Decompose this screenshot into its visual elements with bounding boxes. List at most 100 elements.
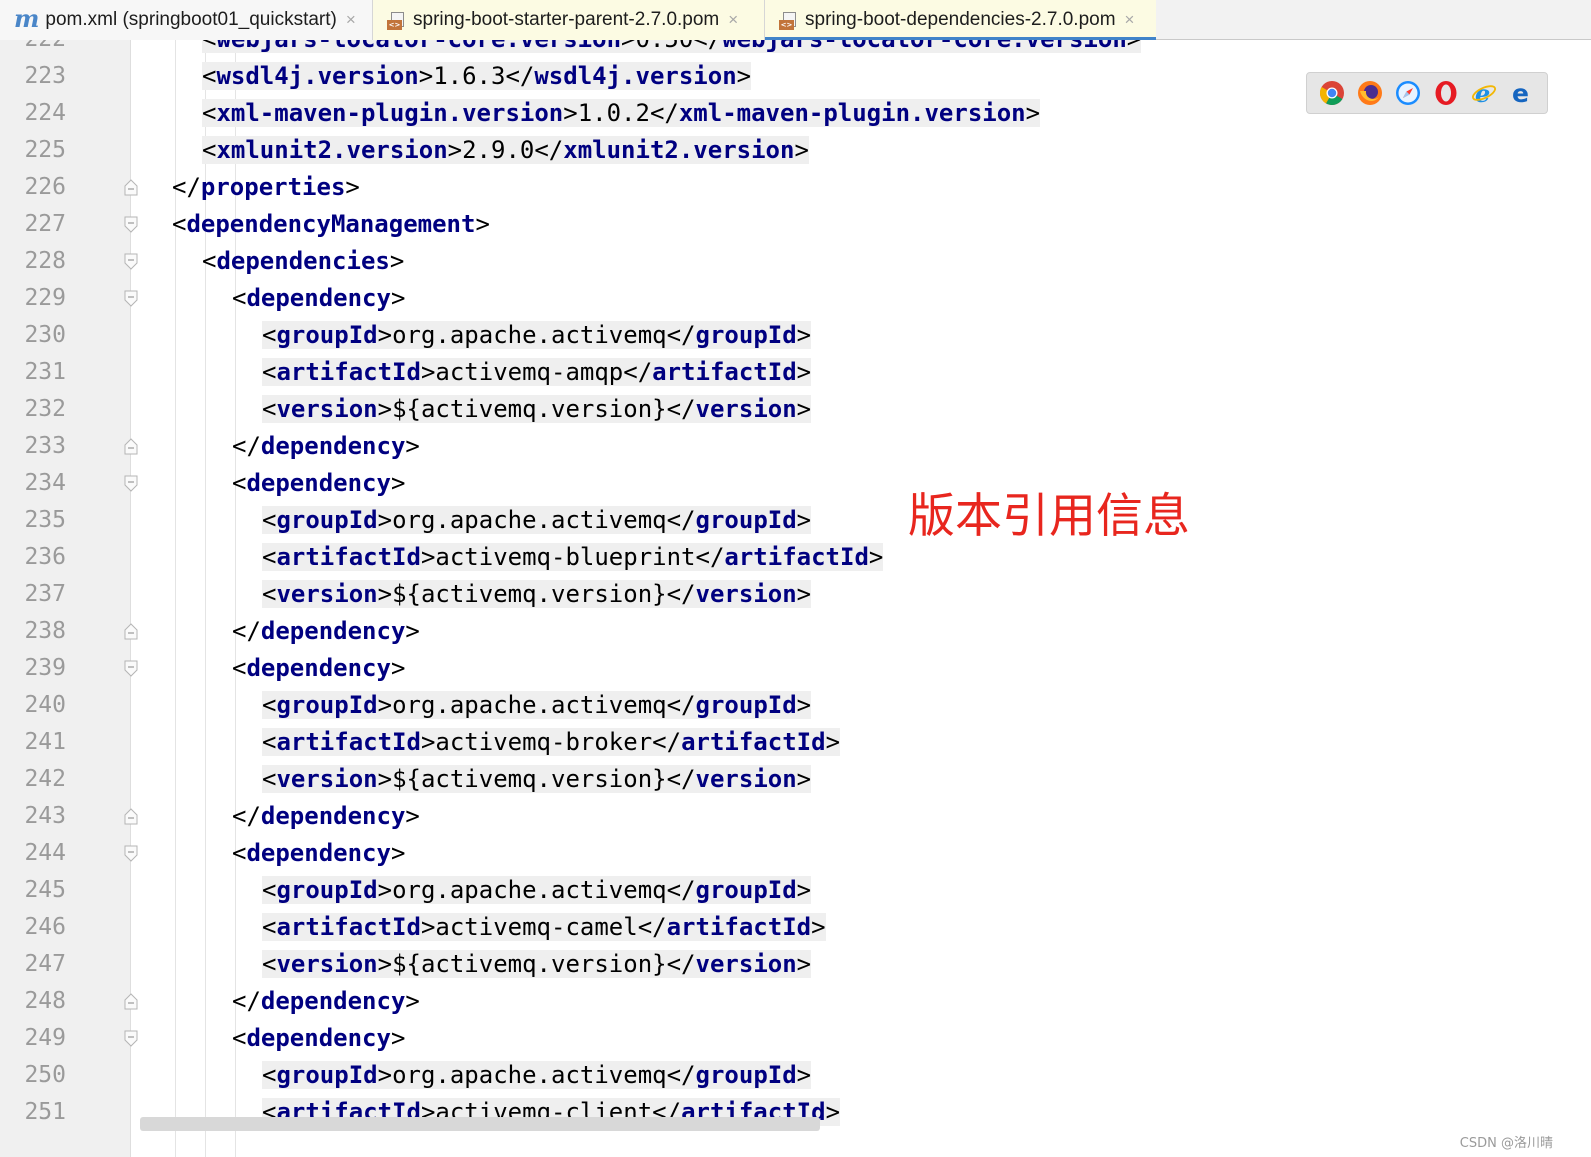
code-line[interactable]: 248 </dependency> <box>0 983 1591 1020</box>
tab-pom-xml[interactable]: m pom.xml (springboot01_quickstart) × <box>0 0 372 40</box>
xml-element: <version>${activemq.version}</version> <box>262 950 812 978</box>
xml-bracket: < <box>262 913 277 941</box>
code-text: <version>${activemq.version}</version> <box>262 761 812 798</box>
code-line[interactable]: 247 <version>${activemq.version}</version… <box>0 946 1591 983</box>
xml-bracket: < <box>232 839 247 867</box>
xml-bracket: </ <box>666 765 696 793</box>
code-editor[interactable]: 222<webjars-locator-core.version>0.50</w… <box>0 40 1591 1157</box>
code-line[interactable]: 239 <dependency> <box>0 650 1591 687</box>
close-icon[interactable]: × <box>1125 10 1135 30</box>
xml-bracket: < <box>262 358 277 386</box>
code-line[interactable]: 231 <artifactId>activemq-amqp</artifactId… <box>0 354 1591 391</box>
xml-bracket: > <box>377 950 393 978</box>
xml-tag-name: dependency <box>260 617 406 645</box>
horizontal-scrollbar[interactable] <box>140 1117 820 1131</box>
fold-collapse-icon[interactable] <box>124 660 138 677</box>
ie-icon[interactable]: e <box>1471 80 1497 106</box>
xml-bracket: > <box>1025 99 1041 127</box>
xml-bracket: < <box>232 469 247 497</box>
edge-icon[interactable]: e <box>1509 80 1535 106</box>
xml-tag-name: groupId <box>695 506 797 534</box>
code-line[interactable]: 250 <groupId>org.apache.activemq</groupId… <box>0 1057 1591 1094</box>
code-line[interactable]: 222<webjars-locator-core.version>0.50</w… <box>0 40 1591 58</box>
code-line[interactable]: 225 <xmlunit2.version>2.9.0</xmlunit2.ver… <box>0 132 1591 169</box>
line-number: 230 <box>24 322 66 348</box>
fold-end-icon[interactable] <box>124 808 138 825</box>
fold-collapse-icon[interactable] <box>124 253 138 270</box>
code-line[interactable]: 238 </dependency> <box>0 613 1591 650</box>
xml-tag-name: groupId <box>276 1061 378 1089</box>
code-text: <groupId>org.apache.activemq</groupId> <box>262 502 812 539</box>
xml-tag-name: version <box>276 395 378 423</box>
xml-bracket: > <box>377 1061 393 1089</box>
fold-collapse-icon[interactable] <box>124 475 138 492</box>
xml-bracket: > <box>420 913 436 941</box>
code-text: <version>${activemq.version}</version> <box>262 946 812 983</box>
xml-tag-name: groupId <box>695 321 797 349</box>
fold-collapse-icon[interactable] <box>124 1030 138 1047</box>
code-line[interactable]: 234 <dependency> <box>0 465 1591 502</box>
tab-dependencies-pom[interactable]: <> spring-boot-dependencies-2.7.0.pom × <box>764 0 1156 40</box>
code-line[interactable]: 244 <dependency> <box>0 835 1591 872</box>
safari-icon[interactable] <box>1395 80 1421 106</box>
code-line[interactable]: 249 <dependency> <box>0 1020 1591 1057</box>
code-line[interactable]: 233 </dependency> <box>0 428 1591 465</box>
xml-bracket: > <box>405 432 420 460</box>
xml-value: activemq-amqp <box>435 358 624 386</box>
firefox-icon[interactable] <box>1357 80 1383 106</box>
code-line[interactable]: 227 <dependencyManagement> <box>0 206 1591 243</box>
code-text: <groupId>org.apache.activemq</groupId> <box>262 872 812 909</box>
close-icon[interactable]: × <box>346 10 356 30</box>
xml-bracket: </ <box>649 99 679 127</box>
code-line[interactable]: 230 <groupId>org.apache.activemq</groupId… <box>0 317 1591 354</box>
chrome-icon[interactable] <box>1319 80 1345 106</box>
code-line[interactable]: 246 <artifactId>activemq-camel</artifactI… <box>0 909 1591 946</box>
xml-value: ${activemq.version} <box>392 580 667 608</box>
xml-value: 1.6.3 <box>433 62 506 90</box>
fold-end-icon[interactable] <box>124 623 138 640</box>
xml-bracket: > <box>796 506 812 534</box>
line-number: 248 <box>24 988 66 1014</box>
xml-tag-name: dependency <box>246 1024 391 1052</box>
xml-tag-name: groupId <box>276 321 378 349</box>
close-icon[interactable]: × <box>728 10 738 30</box>
xml-tag-name: artifactId <box>276 543 421 571</box>
xml-value: org.apache.activemq <box>392 506 667 534</box>
tab-starter-parent-pom[interactable]: <> spring-boot-starter-parent-2.7.0.pom … <box>372 0 764 40</box>
fold-collapse-icon[interactable] <box>124 290 138 307</box>
code-line[interactable]: 242 <version>${activemq.version}</version… <box>0 761 1591 798</box>
code-line[interactable]: 226 </properties> <box>0 169 1591 206</box>
fold-collapse-icon[interactable] <box>124 845 138 862</box>
code-line[interactable]: 245 <groupId>org.apache.activemq</groupId… <box>0 872 1591 909</box>
xml-bracket: > <box>389 247 405 275</box>
code-line[interactable]: 237 <version>${activemq.version}</version… <box>0 576 1591 613</box>
code-line[interactable]: 229 <dependency> <box>0 280 1591 317</box>
fold-end-icon[interactable] <box>124 993 138 1010</box>
code-line[interactable]: 228 <dependencies> <box>0 243 1591 280</box>
xml-element: <xmlunit2.version>2.9.0</xmlunit2.versio… <box>202 136 809 164</box>
code-line[interactable]: 243 </dependency> <box>0 798 1591 835</box>
xml-bracket: < <box>202 247 217 275</box>
xml-bracket: > <box>794 136 809 164</box>
code-line[interactable]: 240 <groupId>org.apache.activemq</groupId… <box>0 687 1591 724</box>
xml-tag-name: wsdl4j.version <box>216 62 419 90</box>
line-number: 235 <box>24 507 66 533</box>
xml-bracket: > <box>868 543 884 571</box>
xml-bracket: > <box>796 765 812 793</box>
xml-element: <xml-maven-plugin.version>1.0.2</xml-mav… <box>202 99 1041 127</box>
xml-element: <groupId>org.apache.activemq</groupId> <box>262 691 812 719</box>
code-text: </dependency> <box>232 798 420 835</box>
code-line[interactable]: 236 <artifactId>activemq-blueprint</artif… <box>0 539 1591 576</box>
code-line[interactable]: 235 <groupId>org.apache.activemq</groupId… <box>0 502 1591 539</box>
xml-tag-name: dependencyManagement <box>186 210 476 238</box>
opera-icon[interactable] <box>1433 80 1459 106</box>
xml-tag-name: artifactId <box>276 358 421 386</box>
code-text: <groupId>org.apache.activemq</groupId> <box>262 1057 812 1094</box>
xml-bracket: > <box>377 691 393 719</box>
code-line[interactable]: 241 <artifactId>activemq-broker</artifact… <box>0 724 1591 761</box>
fold-collapse-icon[interactable] <box>124 216 138 233</box>
fold-end-icon[interactable] <box>124 179 138 196</box>
xml-tag-name: artifactId <box>276 728 421 756</box>
code-line[interactable]: 232 <version>${activemq.version}</version… <box>0 391 1591 428</box>
fold-end-icon[interactable] <box>124 438 138 455</box>
